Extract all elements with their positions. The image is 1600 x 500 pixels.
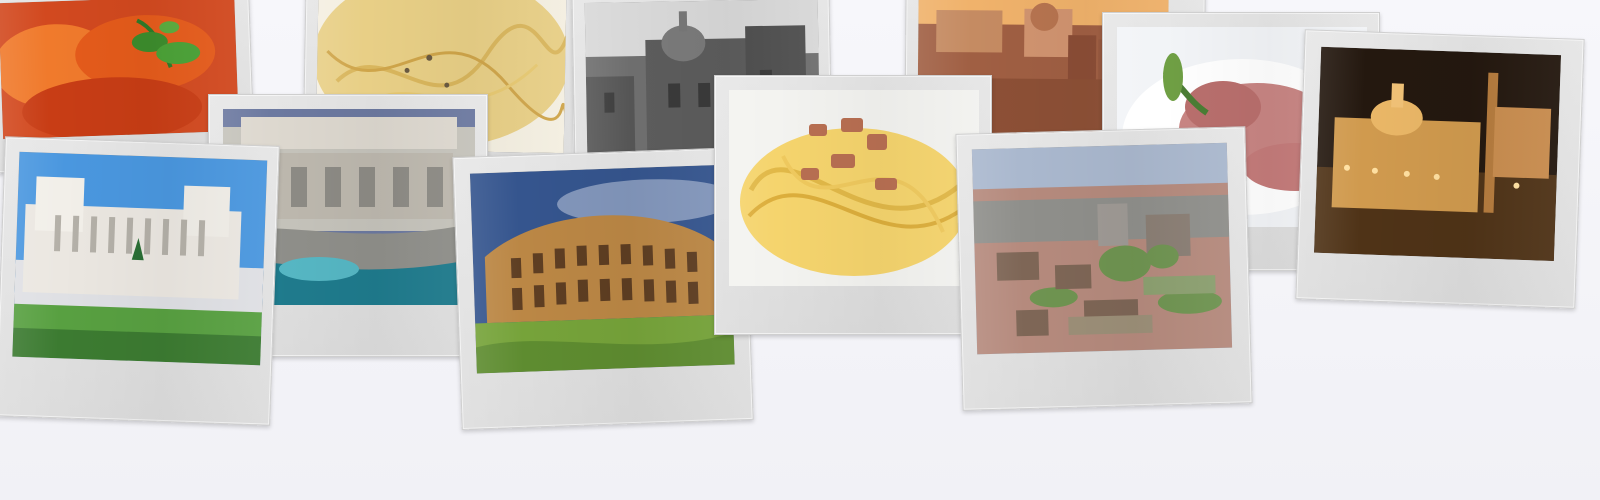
colosseum-photo: [469, 164, 735, 374]
polaroid-carbonara: [714, 75, 992, 335]
polaroid-st-peters-night: [1295, 29, 1585, 309]
carbonara-photo: [729, 90, 979, 286]
polaroid-vittoriano-monument: [0, 136, 280, 426]
polaroid-collage: [0, 0, 1600, 500]
pasta-tomato-photo: [0, 0, 239, 140]
polaroid-colosseum: [452, 146, 754, 431]
st-peters-night-photo: [1314, 46, 1562, 262]
roman-forum-photo: [971, 142, 1233, 355]
vittoriano-monument-photo: [12, 151, 268, 366]
polaroid-roman-forum: [955, 126, 1253, 411]
